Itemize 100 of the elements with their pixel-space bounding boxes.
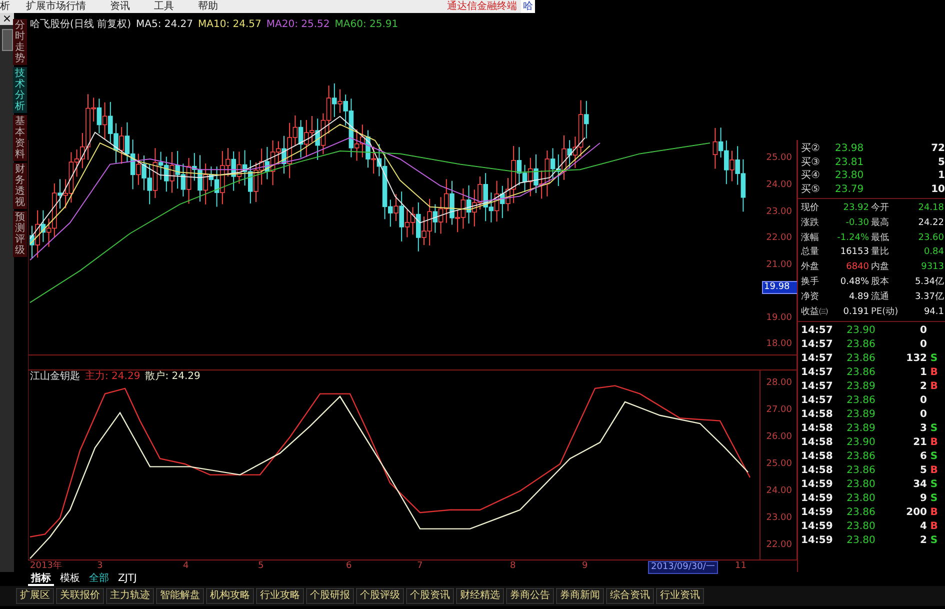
- menu-item[interactable]: 工具: [146, 0, 182, 13]
- stat-label: 股本: [870, 276, 890, 289]
- toolbar-button[interactable]: 财经精选: [456, 588, 504, 604]
- side-tab[interactable]: 技术分析: [13, 67, 27, 113]
- toolbar-button[interactable]: 扩展区: [16, 588, 54, 604]
- toolbar-button[interactable]: 关联报价: [56, 588, 104, 604]
- tick-price: 23.86: [846, 338, 876, 352]
- side-tab[interactable]: 财务透视: [13, 163, 27, 209]
- bottom-tab[interactable]: ZJTJ: [115, 572, 140, 586]
- tick-time: 14:57: [801, 338, 834, 352]
- toolbar-button[interactable]: 行业攻略: [256, 588, 304, 604]
- stat-label: 流通: [870, 290, 890, 304]
- tick-time: 14:57: [801, 324, 834, 338]
- close-button[interactable]: ×: [0, 13, 14, 25]
- bottom-tab[interactable]: 全部: [86, 572, 112, 586]
- trade-side: S: [929, 534, 939, 548]
- ma-value: MA10: 24.57: [198, 19, 262, 31]
- stat-value: 24.18: [917, 202, 945, 215]
- tick-time: 14:59: [801, 520, 834, 534]
- bottom-tab[interactable]: 模板: [57, 572, 83, 586]
- stat-value: 6840: [845, 261, 869, 274]
- tick-price: 23.86: [846, 352, 876, 366]
- menu-item[interactable]: 资讯: [102, 0, 138, 13]
- menu-item[interactable]: 扩展市场行情: [18, 0, 94, 13]
- stat-label: 换手: [801, 276, 820, 289]
- side-tab[interactable]: 分时走势: [13, 19, 27, 65]
- toolbar-button[interactable]: 综合资讯: [606, 588, 654, 604]
- stat-label: 量比: [870, 246, 890, 260]
- menu-item[interactable]: 帮助: [190, 0, 226, 13]
- app-title: 通达信金融终端: [447, 0, 518, 13]
- toolbar-button[interactable]: 个股评级: [356, 588, 404, 604]
- trade-side: S: [929, 422, 939, 436]
- trade-side: B: [929, 366, 939, 380]
- scrollbar-thumb[interactable]: [2, 29, 12, 51]
- stat-label: 收益㈢: [801, 306, 829, 319]
- menu-item[interactable]: 析: [0, 0, 10, 13]
- tick-volume: 132: [905, 352, 927, 366]
- axis-label: 26.00: [765, 432, 792, 443]
- stat-value: 0.191: [842, 306, 869, 319]
- trade-side: B: [929, 464, 939, 478]
- tick-volume: 34: [912, 478, 927, 492]
- tick-volume: 1: [919, 366, 927, 380]
- side-tab[interactable]: 预测评级: [13, 211, 27, 257]
- bid-price: 23.98: [835, 142, 865, 156]
- bid-volume: 72: [930, 142, 945, 156]
- stat-value: -1.24%: [836, 232, 869, 245]
- tick-time: 14:57: [801, 380, 834, 394]
- tick-volume: 9: [919, 492, 927, 506]
- tick-price: 23.86: [846, 464, 876, 478]
- toolbar-button[interactable]: 券商公告: [506, 588, 554, 604]
- axis-label: 27.00: [765, 405, 792, 416]
- toolbar-button[interactable]: 主力轨迹: [106, 588, 154, 604]
- toolbar-button[interactable]: 个股研报: [306, 588, 354, 604]
- stat-label: 涨幅: [801, 232, 820, 245]
- trade-side: B: [929, 506, 939, 520]
- bid-label: 买③: [801, 156, 821, 169]
- trade-side: S: [929, 492, 939, 506]
- cursor-date-label: 2013/09/30/一: [648, 561, 718, 574]
- ma-value: MA5: 24.27: [136, 19, 193, 31]
- stat-label: PE(动): [870, 306, 900, 319]
- tick-price: 23.80: [846, 478, 876, 492]
- bid-price: 23.81: [835, 156, 865, 169]
- stat-label: 现价: [801, 202, 820, 215]
- tick-volume: 0: [919, 338, 927, 352]
- bid-label: 买②: [801, 142, 821, 156]
- toolbar-button[interactable]: 券商新闻: [556, 588, 604, 604]
- axis-label: 28.00: [765, 378, 792, 389]
- toolbar-button[interactable]: 智能解盘: [156, 588, 204, 604]
- bid-volume: 5: [937, 156, 945, 169]
- cursor-price-label: 19.98: [762, 281, 799, 294]
- indicator-value: 散户: 24.29: [145, 371, 200, 383]
- stat-value: 24.22: [917, 216, 945, 230]
- axis-label: 25.00: [765, 459, 792, 470]
- stat-label: 净资: [801, 290, 820, 304]
- tick-time: 14:59: [801, 478, 834, 492]
- tick-time: 14:58: [801, 422, 834, 436]
- tick-time: 14:57: [801, 366, 834, 380]
- axis-label: 7: [417, 561, 423, 572]
- toolbar-button[interactable]: 个股资讯: [406, 588, 454, 604]
- stat-value: 23.92: [842, 202, 869, 215]
- stat-value: -0.30: [844, 216, 869, 230]
- tick-time: 14:58: [801, 436, 834, 450]
- trade-side: S: [929, 478, 939, 492]
- toolbar-button[interactable]: 行业资讯: [656, 588, 704, 604]
- toolbar-button[interactable]: 机构攻略: [206, 588, 254, 604]
- tick-price: 23.80: [846, 492, 876, 506]
- tick-price: 23.86: [846, 450, 876, 464]
- tick-volume: 2: [919, 380, 927, 394]
- axis-label: 5: [258, 561, 264, 572]
- tick-volume: 0: [919, 394, 927, 408]
- trade-side: S: [929, 352, 939, 366]
- stat-value: 5.34亿: [914, 276, 945, 289]
- stat-value: 4.89: [848, 290, 869, 304]
- tick-volume: 2: [919, 534, 927, 548]
- axis-label: 2013年: [30, 561, 62, 572]
- tick-volume: 21: [912, 436, 927, 450]
- bid-price: 23.80: [835, 169, 865, 182]
- app-title: 哈: [521, 0, 535, 13]
- side-tab[interactable]: 基本资料: [13, 115, 27, 161]
- tick-time: 14:59: [801, 534, 834, 548]
